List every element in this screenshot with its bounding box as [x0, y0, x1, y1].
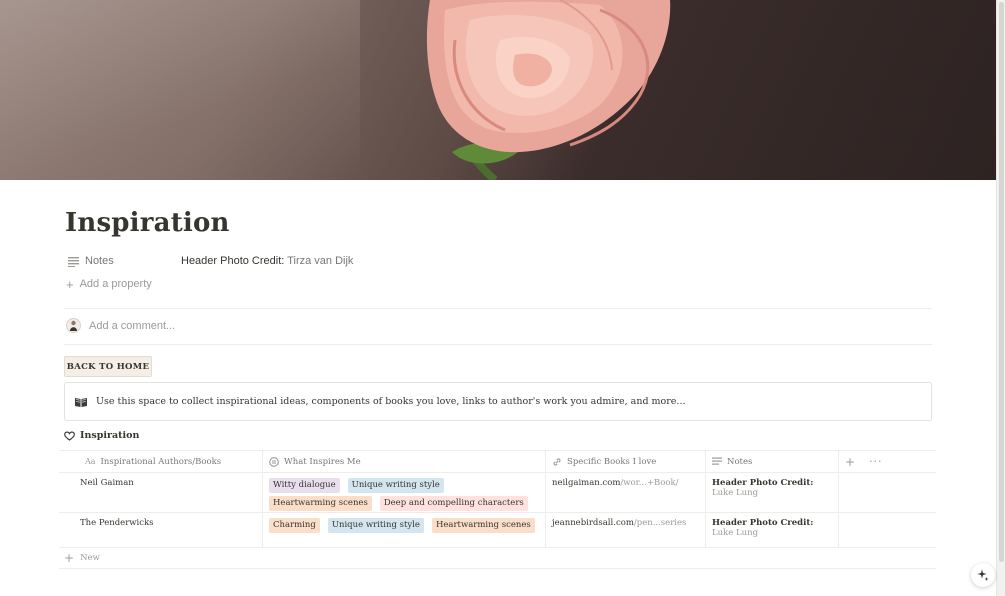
- empty-cell: [839, 513, 936, 547]
- tag[interactable]: Charming: [269, 518, 320, 533]
- tag-list: Charming Unique writing style Heartwarmi…: [269, 518, 539, 533]
- text-aa-icon: Aa: [85, 457, 96, 466]
- notes-link[interactable]: Luke Lung: [712, 488, 758, 498]
- add-property-label: Add a property: [79, 278, 152, 290]
- url-domain[interactable]: jeannebirdsall.com: [552, 518, 634, 528]
- photo-credit-link[interactable]: Tirza van Dijk: [287, 255, 353, 267]
- back-to-home-button[interactable]: BACK TO HOME: [64, 356, 152, 377]
- add-column-plus-icon[interactable]: +: [845, 456, 855, 468]
- lines-icon: [68, 256, 79, 267]
- plus-icon: +: [66, 276, 74, 292]
- column-label: What Inspires Me: [284, 456, 361, 467]
- callout-block[interactable]: Use this space to collect inspirational …: [64, 382, 932, 421]
- plus-icon: +: [64, 550, 75, 565]
- url-domain[interactable]: neilgaiman.com: [552, 478, 620, 488]
- rose-icon: [426, 0, 671, 180]
- column-actions: + ···: [839, 451, 936, 472]
- property-value[interactable]: Header Photo Credit: Tirza van Dijk: [181, 255, 353, 267]
- callout-text: Use this space to collect inspirational …: [96, 396, 686, 407]
- notes-prefix: Header Photo Credit:: [712, 518, 814, 528]
- new-row-button[interactable]: + New: [59, 547, 936, 569]
- property-row-notes[interactable]: Notes Header Photo Credit: Tirza van Dij…: [64, 250, 932, 272]
- url-path[interactable]: /wor...+Book/: [620, 478, 678, 488]
- property-label: Notes: [85, 255, 114, 267]
- heart-icon: [64, 431, 75, 441]
- avatar: [66, 318, 81, 333]
- tag[interactable]: Unique writing style: [327, 518, 424, 533]
- multiselect-icon: [269, 456, 279, 467]
- column-header-specific-books[interactable]: Specific Books I love: [546, 451, 706, 472]
- vertical-scrollbar[interactable]: [996, 0, 1005, 596]
- author-name[interactable]: Neil Gaiman: [80, 478, 134, 488]
- property-value-prefix: Header Photo Credit:: [181, 255, 288, 267]
- tag[interactable]: Unique writing style: [347, 478, 444, 493]
- tags-cell[interactable]: Witty dialogue Unique writing style Hear…: [263, 473, 546, 512]
- lines-icon: [712, 457, 722, 465]
- notes-link[interactable]: Luke Lung: [712, 528, 758, 538]
- table-row[interactable]: The Penderwicks Charming Unique writing …: [59, 513, 936, 548]
- avatar-figure-icon: [70, 320, 77, 331]
- column-header-notes[interactable]: Notes: [706, 451, 839, 472]
- column-label: Inspirational Authors/Books: [100, 456, 222, 467]
- table-row[interactable]: Neil Gaiman Witty dialogue Unique writin…: [59, 473, 936, 513]
- empty-cell: [839, 473, 936, 512]
- tag[interactable]: Deep and compelling characters: [379, 496, 528, 511]
- column-label: Specific Books I love: [567, 456, 657, 467]
- divider: [64, 344, 932, 345]
- page-title[interactable]: Inspiration: [65, 208, 230, 238]
- tag-list: Witty dialogue Unique writing style Hear…: [269, 478, 539, 511]
- database-title[interactable]: Inspiration: [64, 430, 139, 441]
- comment-placeholder[interactable]: Add a comment...: [89, 320, 175, 332]
- tag[interactable]: Heartwarming scenes: [431, 518, 535, 533]
- author-name-cell[interactable]: Neil Gaiman: [59, 473, 263, 512]
- link-icon: [553, 457, 561, 466]
- tag[interactable]: Witty dialogue: [269, 478, 340, 493]
- cover-image[interactable]: [0, 0, 996, 180]
- tags-cell[interactable]: Charming Unique writing style Heartwarmi…: [263, 513, 546, 547]
- more-options-icon[interactable]: ···: [869, 456, 883, 467]
- author-name-cell[interactable]: The Penderwicks: [59, 513, 263, 547]
- url-cell[interactable]: jeannebirdsall.com/pen...series: [546, 513, 706, 547]
- inspiration-table: Aa Inspirational Authors/Books What Insp…: [59, 450, 936, 548]
- new-row-label: New: [80, 552, 100, 563]
- url-path[interactable]: /pen...series: [634, 518, 686, 528]
- column-header-what-inspires[interactable]: What Inspires Me: [263, 451, 546, 472]
- table-header-row: Aa Inspirational Authors/Books What Insp…: [59, 450, 936, 473]
- notes-prefix: Header Photo Credit:: [712, 478, 814, 488]
- column-header-authors[interactable]: Aa Inspirational Authors/Books: [59, 451, 263, 472]
- property-name[interactable]: Notes: [64, 255, 181, 267]
- author-name[interactable]: The Penderwicks: [80, 518, 154, 528]
- sparkle-icon: [977, 569, 989, 581]
- database-title-label: Inspiration: [80, 430, 140, 441]
- divider: [64, 308, 932, 309]
- add-property-button[interactable]: + Add a property: [66, 276, 152, 292]
- notes-cell[interactable]: Header Photo Credit: Luke Lung: [706, 513, 839, 547]
- open-book-icon: [75, 397, 87, 407]
- url-cell[interactable]: neilgaiman.com/wor...+Book/: [546, 473, 706, 512]
- tag[interactable]: Heartwarming scenes: [269, 496, 372, 511]
- notes-cell[interactable]: Header Photo Credit: Luke Lung: [706, 473, 839, 512]
- ai-assistant-button[interactable]: [971, 563, 995, 587]
- column-label: Notes: [727, 456, 753, 467]
- scrollbar-thumb[interactable]: [999, 2, 1004, 562]
- comment-box[interactable]: Add a comment...: [66, 318, 175, 333]
